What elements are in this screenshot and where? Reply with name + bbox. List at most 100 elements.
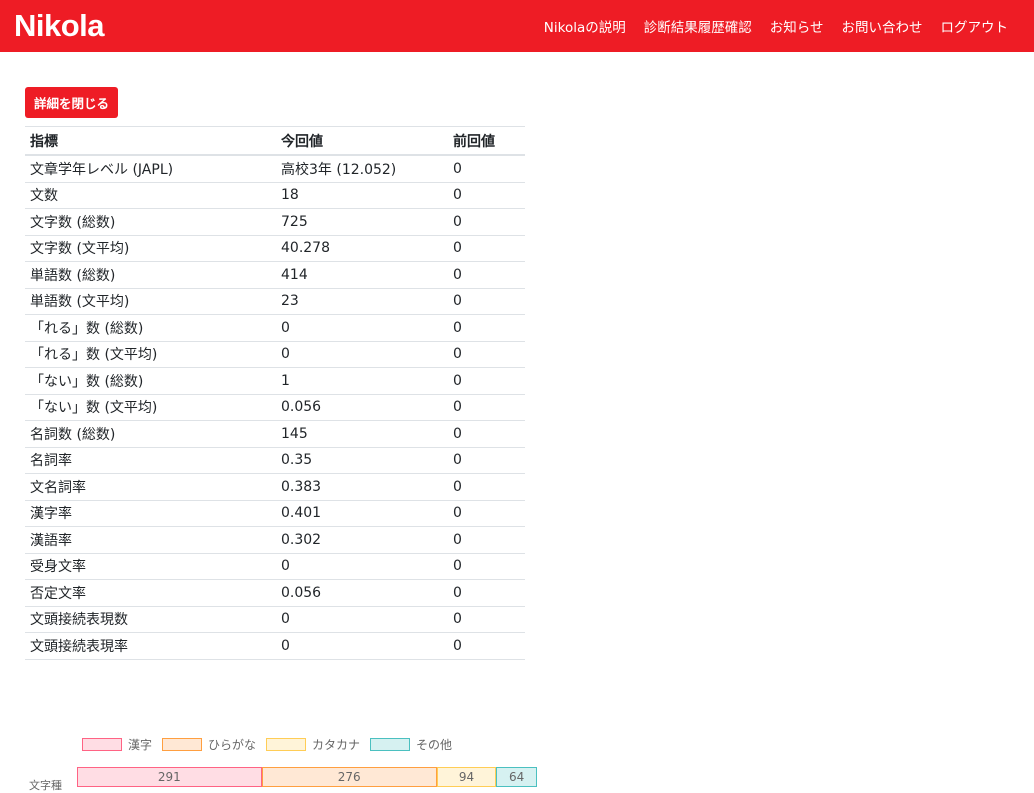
- metric-name-cell: 単語数 (文平均): [25, 288, 276, 315]
- metric-name-cell: 文頭接続表現数: [25, 606, 276, 633]
- current-value-cell: 414: [276, 261, 448, 289]
- metrics-table: 指標 今回値 前回値 文章学年レベル (JAPL) 高校3年 (12.052) 0 文…: [25, 126, 525, 660]
- close-details-button[interactable]: 詳細を閉じる: [25, 87, 119, 118]
- metric-name-cell: 漢字率: [25, 500, 276, 527]
- current-value-cell: 23: [276, 288, 448, 315]
- metric-name-cell: 文章学年レベル (JAPL): [25, 155, 276, 183]
- chart-bar: 276: [261, 767, 437, 787]
- previous-value-cell: 0: [448, 155, 525, 183]
- previous-value-cell: 0: [448, 261, 525, 289]
- current-value-cell: 145: [276, 420, 448, 448]
- previous-value-cell: 0: [448, 394, 525, 421]
- table-body: 文章学年レベル (JAPL) 高校3年 (12.052) 0 文数 18 0 文字数 (総数…: [25, 155, 525, 660]
- table-row: 「ない」数 (文平均) 0.056 0: [25, 394, 525, 421]
- previous-value-cell: 0: [448, 606, 525, 633]
- previous-value-cell: 0: [448, 235, 525, 262]
- metric-name-cell: 文頭接続表現率: [25, 632, 276, 660]
- previous-value-cell: 0: [448, 553, 525, 580]
- table-row: 文頭接続表現数 0 0: [25, 606, 525, 633]
- legend-item[interactable]: ひらがな: [162, 736, 256, 753]
- previous-value-cell: 0: [448, 526, 525, 554]
- metric-name-cell: 「ない」数 (文平均): [25, 394, 276, 421]
- chart-bar: 94: [436, 767, 497, 787]
- table-row: 文頭接続表現率 0 0: [25, 632, 525, 660]
- chart-bar: 291: [77, 767, 262, 787]
- header-metric: 指標: [25, 126, 276, 156]
- nav-link-contact[interactable]: お問い合わせ: [842, 16, 923, 36]
- legend-swatch: [82, 738, 122, 751]
- table-row: 単語数 (文平均) 23 0: [25, 288, 525, 315]
- current-value-cell: 1: [276, 367, 448, 395]
- header-previous: 前回値: [448, 126, 525, 156]
- metric-name-cell: 文字数 (文平均): [25, 235, 276, 262]
- legend-swatch: [370, 738, 411, 751]
- current-value-cell: 0: [276, 632, 448, 660]
- table-row: 「れる」数 (文平均) 0 0: [25, 341, 525, 368]
- metric-name-cell: 文数: [25, 182, 276, 209]
- brand-logo[interactable]: Nikola: [14, 8, 105, 44]
- current-value-cell: 0: [276, 341, 448, 368]
- table-row: 「ない」数 (総数) 1 0: [25, 367, 525, 395]
- current-value-cell: 0.35: [276, 447, 448, 474]
- nav-link-logout[interactable]: ログアウト: [941, 16, 1009, 36]
- current-value-cell: 0.302: [276, 526, 448, 554]
- table-row: 文字数 (総数) 725 0: [25, 208, 525, 236]
- previous-value-cell: 0: [448, 182, 525, 209]
- legend-item[interactable]: カタカナ: [266, 736, 360, 753]
- metric-name-cell: 文字数 (総数): [25, 208, 276, 236]
- current-value-cell: 18: [276, 182, 448, 209]
- legend-item[interactable]: その他: [370, 736, 452, 753]
- previous-value-cell: 0: [448, 420, 525, 448]
- table-row: 名詞率 0.35 0: [25, 447, 525, 474]
- previous-value-cell: 0: [448, 314, 525, 342]
- chart-bars: 291 276 94 64: [77, 767, 537, 787]
- legend-label: ひらがな: [208, 738, 257, 752]
- table-row: 漢字率 0.401 0: [25, 500, 525, 527]
- legend-swatch: [266, 738, 307, 751]
- char-type-chart: 漢字 ひらがな カタカナ その他 文字種 291 276 94 64: [25, 730, 537, 792]
- previous-value-cell: 0: [448, 288, 525, 315]
- legend-label: その他: [416, 738, 453, 752]
- metric-name-cell: 否定文率: [25, 579, 276, 607]
- chart-legend: 漢字 ひらがな カタカナ その他: [82, 736, 462, 753]
- table-row: 名詞数 (総数) 145 0: [25, 420, 525, 448]
- legend-item[interactable]: 漢字: [82, 736, 152, 753]
- legend-swatch: [162, 738, 203, 751]
- metric-name-cell: 文名詞率: [25, 473, 276, 501]
- metric-name-cell: 「れる」数 (文平均): [25, 341, 276, 368]
- table-row: 受身文率 0 0: [25, 553, 525, 580]
- metric-name-cell: 単語数 (総数): [25, 261, 276, 289]
- current-value-cell: 0: [276, 553, 448, 580]
- current-value-cell: 0.056: [276, 579, 448, 607]
- current-value-cell: 0.401: [276, 500, 448, 527]
- current-value-cell: 0.383: [276, 473, 448, 501]
- previous-value-cell: 0: [448, 208, 525, 236]
- metric-name-cell: 「れる」数 (総数): [25, 314, 276, 342]
- legend-label: カタカナ: [312, 738, 361, 752]
- previous-value-cell: 0: [448, 473, 525, 501]
- table-row: 文数 18 0: [25, 182, 525, 209]
- metric-name-cell: 名詞率: [25, 447, 276, 474]
- y-axis-category-label: 文字種: [29, 779, 62, 792]
- table-header-row: 指標 今回値 前回値: [25, 126, 525, 156]
- current-value-cell: 0: [276, 606, 448, 633]
- nav-link-news[interactable]: お知らせ: [770, 16, 824, 36]
- metric-name-cell: 漢語率: [25, 526, 276, 554]
- legend-label: 漢字: [128, 738, 153, 752]
- nav-link-about[interactable]: Nikolaの説明: [544, 16, 626, 36]
- table-row: 漢語率 0.302 0: [25, 526, 525, 554]
- table-row: 「れる」数 (総数) 0 0: [25, 314, 525, 342]
- current-value-cell: 0.056: [276, 394, 448, 421]
- chart-bar: 64: [496, 767, 537, 787]
- previous-value-cell: 0: [448, 367, 525, 395]
- top-navbar: Nikola Nikolaの説明 診断結果履歴確認 お知らせ お問い合わせ ログ…: [0, 0, 1034, 52]
- table-row: 文字数 (文平均) 40.278 0: [25, 235, 525, 262]
- table-row: 文章学年レベル (JAPL) 高校3年 (12.052) 0: [25, 155, 525, 183]
- metric-name-cell: 受身文率: [25, 553, 276, 580]
- nav-link-history[interactable]: 診断結果履歴確認: [644, 16, 752, 36]
- table-row: 単語数 (総数) 414 0: [25, 261, 525, 289]
- metric-name-cell: 「ない」数 (総数): [25, 367, 276, 395]
- current-value-cell: 725: [276, 208, 448, 236]
- metric-name-cell: 名詞数 (総数): [25, 420, 276, 448]
- header-current: 今回値: [276, 126, 448, 156]
